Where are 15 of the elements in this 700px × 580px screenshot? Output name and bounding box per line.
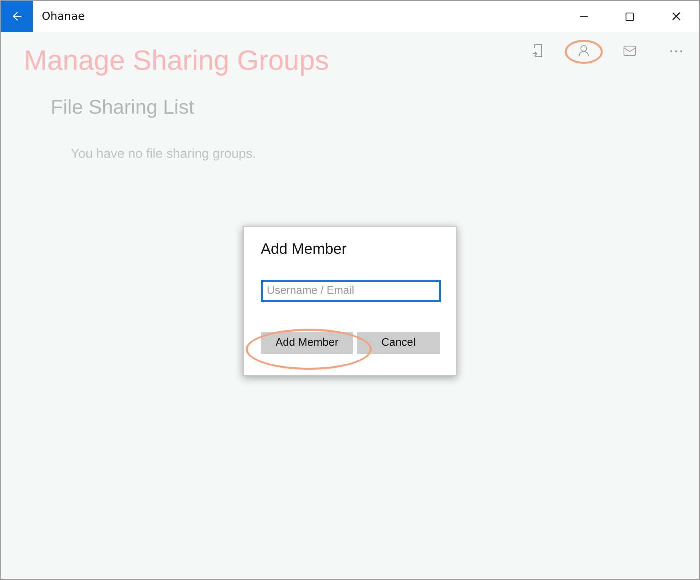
person-icon xyxy=(577,44,591,58)
page-title: Manage Sharing Groups xyxy=(24,45,330,77)
window-title: Ohanae xyxy=(42,10,86,23)
add-member-button[interactable]: Add Member xyxy=(261,332,354,354)
dialog-title: Add Member xyxy=(261,241,348,258)
mail-icon xyxy=(623,44,637,58)
username-field[interactable]: Username / Email xyxy=(261,280,441,302)
maximize-icon xyxy=(625,12,635,22)
close-icon xyxy=(670,10,682,23)
back-button[interactable] xyxy=(1,1,33,32)
more-icon xyxy=(670,50,682,52)
device-icon xyxy=(532,44,544,58)
back-arrow-icon xyxy=(10,10,24,23)
section-title: File Sharing List xyxy=(51,97,194,120)
cancel-button[interactable]: Cancel xyxy=(357,332,440,354)
